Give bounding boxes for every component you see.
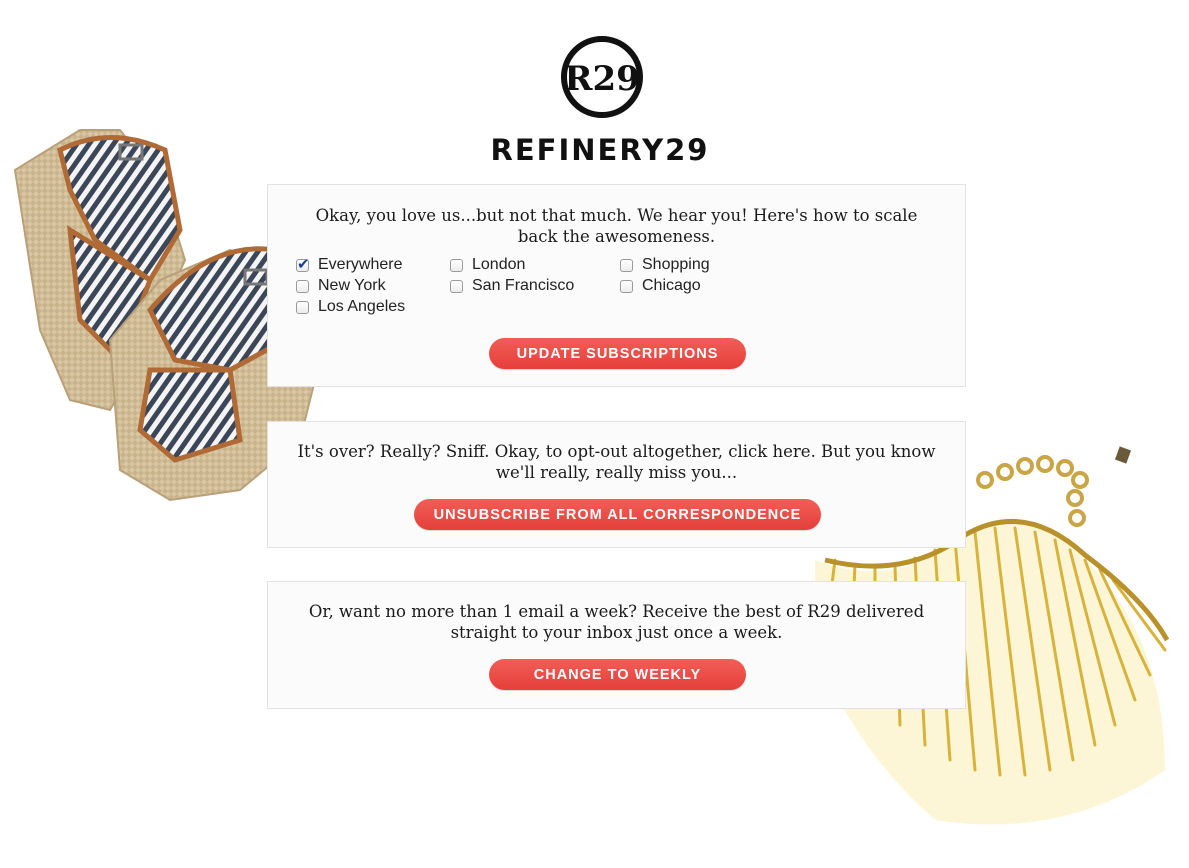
checkbox-new-york[interactable] (296, 279, 309, 293)
subscription-intro-text: Okay, you love us...but not that much. W… (315, 206, 918, 246)
subscription-options: Everywhere New York Los Angeles London S… (296, 255, 776, 319)
checkbox-london[interactable] (450, 258, 463, 272)
refinery29-logo-icon[interactable]: R29 (559, 34, 645, 120)
weekly-panel: Or, want no more than 1 email a week? Re… (267, 581, 966, 709)
option-los-angeles[interactable]: Los Angeles (296, 297, 405, 317)
option-everywhere[interactable]: Everywhere (296, 255, 402, 275)
option-label: San Francisco (472, 277, 575, 294)
option-label: Shopping (642, 256, 710, 273)
unsubscribe-panel: It's over? Really? Sniff. Okay, to opt-o… (267, 421, 966, 548)
option-london[interactable]: London (450, 255, 525, 275)
option-label: Chicago (642, 277, 701, 294)
option-label: Everywhere (318, 256, 403, 273)
unsubscribe-all-button[interactable]: UNSUBSCRIBE FROM ALL CORRESPONDENCE (414, 499, 821, 530)
option-label: London (472, 256, 526, 273)
change-to-weekly-button[interactable]: CHANGE TO WEEKLY (489, 659, 746, 690)
update-subscriptions-button[interactable]: UPDATE SUBSCRIPTIONS (489, 338, 746, 369)
brand-wordmark: REFINERY29 (490, 133, 710, 167)
unsubscribe-text: It's over? Really? Sniff. Okay, to opt-o… (297, 442, 936, 482)
subscription-panel: Okay, you love us...but not that much. W… (267, 184, 966, 387)
checkbox-shopping[interactable] (620, 258, 633, 272)
option-new-york[interactable]: New York (296, 276, 386, 296)
option-san-francisco[interactable]: San Francisco (450, 276, 574, 296)
weekly-text: Or, want no more than 1 email a week? Re… (308, 602, 925, 642)
checkbox-san-francisco[interactable] (450, 279, 463, 293)
checkbox-chicago[interactable] (620, 279, 633, 293)
option-shopping[interactable]: Shopping (620, 255, 710, 275)
checkbox-los-angeles[interactable] (296, 300, 309, 314)
checkbox-everywhere[interactable] (296, 255, 310, 273)
option-chicago[interactable]: Chicago (620, 276, 701, 296)
option-label: Los Angeles (318, 298, 406, 315)
logo-mark-text: R29 (564, 59, 640, 99)
option-label: New York (318, 277, 386, 294)
